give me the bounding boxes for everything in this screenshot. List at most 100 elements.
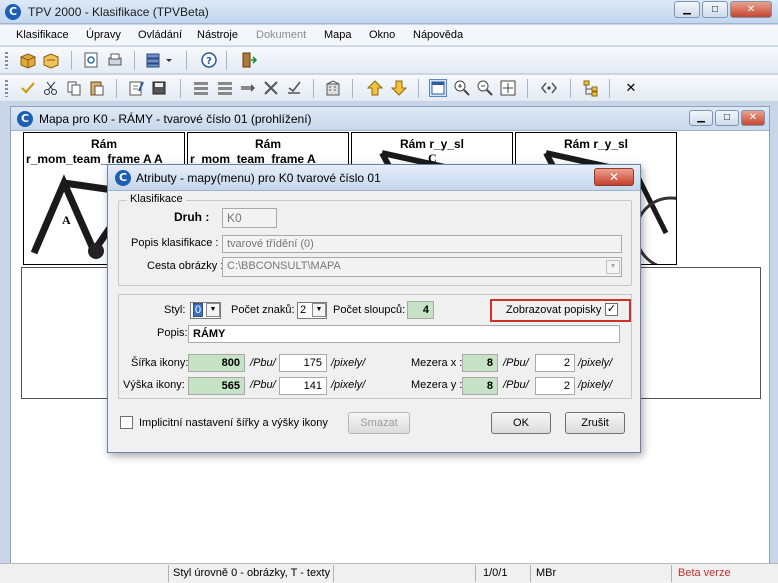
group-label: Klasifikace [127,193,186,205]
mezera-y-pbu-field[interactable]: 8 [462,377,498,395]
popis-klasifikace-label: Popis klasifikace : [131,237,219,249]
pocet-sloupcu-label: Počet sloupců: [333,304,406,316]
menu-upravy[interactable]: Úpravy [86,29,121,41]
smazat-button: Smazat [348,412,410,434]
attributes-dialog: C Atributy - mapy(menu) pro K0 tvarové č… [107,164,641,453]
edit-icon[interactable] [127,79,145,97]
toolbar-secondary: ✕ [0,75,778,102]
map-close-button[interactable]: ✕ [741,110,765,126]
status-version: Beta verze [678,567,731,579]
popis-klasifikace-field: tvarové třídění (0) [222,235,622,253]
zoom-fit-icon[interactable] [499,79,517,97]
dialog-title: Atributy - mapy(menu) pro K0 tvarové čís… [136,171,381,185]
cesta-obrazky-field: C:\BBCONSULT\MAPA [222,257,622,277]
close-icon[interactable]: ✕ [622,79,640,97]
map-minimize-button[interactable]: ▁ [689,110,713,126]
sirka-px-field[interactable]: 175 [279,354,327,372]
menu-nastroje[interactable]: Nástroje [197,29,238,41]
status-unit: MBr [536,567,557,579]
popis-field[interactable]: RÁMY [188,325,620,343]
check-icon[interactable] [19,79,37,97]
vyska-pbu-field[interactable]: 565 [188,377,245,395]
vyska-px-unit: /pixely/ [331,379,366,391]
save-icon[interactable] [150,79,168,97]
help-icon[interactable]: ? [200,51,218,69]
menu-klasifikace[interactable]: Klasifikace [16,29,69,41]
zobrazovat-checkbox[interactable]: ✓ [605,303,618,316]
brackets-icon[interactable] [540,79,558,97]
tree-b-icon[interactable] [216,79,234,97]
menu-ovladani[interactable]: Ovládání [138,29,182,41]
status-bar: Styl úrovně 0 - obrázky, T - texty 1/0/1… [0,563,778,583]
popis-label: Popis: [157,327,188,339]
druh-field: K0 [222,208,277,228]
box-icon[interactable] [19,51,37,69]
preview-icon[interactable] [82,51,100,69]
map-grid-cell[interactable] [21,267,110,399]
exit-door-icon[interactable] [240,51,258,69]
map-window-titlebar: C Mapa pro K0 - RÁMY - tvarové číslo 01 … [11,107,769,131]
cut-icon[interactable] [42,79,60,97]
mezera-y-px-field[interactable]: 2 [535,377,575,395]
hierarchy-icon[interactable] [582,79,600,97]
zoom-in-icon[interactable] [453,79,471,97]
mezera-x-pbu-field[interactable]: 8 [462,354,498,372]
vyska-px-field[interactable]: 141 [279,377,327,395]
pocet-znaku-dropdown-icon[interactable]: ▼ [312,303,326,317]
status-counter: 1/0/1 [483,567,508,579]
toolbar-grip-icon[interactable] [5,80,8,97]
mezera-x-pbu-unit: /Pbu/ [503,357,529,369]
building-icon[interactable] [324,79,342,97]
print-icon[interactable] [106,51,124,69]
implicitni-label: Implicitní nastavení šířky a výšky ikony [139,417,328,429]
svg-text:?: ? [206,56,212,67]
vyska-pbu-unit: /Pbu/ [250,379,276,391]
styl-dropdown-icon[interactable]: ▼ [206,303,220,317]
ok-button[interactable]: OK [491,412,551,434]
window-icon[interactable] [429,79,447,97]
app-title: TPV 2000 - Klasifikace (TPVBeta) [28,5,209,19]
thumbnail-label: Rám r_y_sl [563,137,629,151]
arrow-down-icon[interactable] [390,79,408,97]
sirka-px-unit: /pixely/ [331,357,366,369]
druh-label: Druh : [174,210,210,224]
menu-okno[interactable]: Okno [369,29,395,41]
paste-icon[interactable] [88,79,106,97]
styl-label: Styl: [164,304,186,316]
sirka-pbu-field[interactable]: 800 [188,354,245,372]
cross-icon[interactable] [262,79,280,97]
menu-mapa[interactable]: Mapa [324,29,352,41]
zrusit-button[interactable]: Zrušit [565,412,625,434]
map-settings-panel: Styl: 0 ▼ Počet znaků: 2 ▼ Počet sloupců… [118,294,632,399]
thumbnail-label: Rám [90,137,117,151]
mezera-x-px-unit: /pixely/ [578,357,613,369]
toolbar-primary: ? [0,47,778,74]
menu-napoveda[interactable]: Nápověda [413,29,463,41]
cesta-dropdown-icon: ▼ [606,260,620,274]
implicitni-checkbox[interactable] [120,416,133,429]
maximize-button[interactable]: □ [702,1,728,18]
copy-icon[interactable] [65,79,83,97]
minimize-button[interactable]: ▁ [674,1,700,18]
pocet-sloupcu-field[interactable]: 4 [407,301,434,319]
mezera-y-px-unit: /pixely/ [578,379,613,391]
check-line-icon[interactable] [285,79,303,97]
mezera-x-px-field[interactable]: 2 [535,354,575,372]
box-open-icon[interactable] [42,51,60,69]
vyska-ikony-label: Výška ikony: [123,379,185,391]
toolbar-grip-icon[interactable] [5,52,8,69]
map-maximize-button[interactable]: □ [715,110,739,126]
zoom-out-icon[interactable] [476,79,494,97]
tree-c-icon[interactable] [239,79,257,97]
status-text: Styl úrovně 0 - obrázky, T - texty [173,567,331,579]
pocet-znaku-label: Počet znaků: [231,304,295,316]
map-window-logo-icon: C [17,111,33,127]
mezera-y-pbu-unit: /Pbu/ [503,379,529,391]
close-button[interactable]: ✕ [730,1,772,18]
menu-dokument: Dokument [256,29,307,41]
klasifikace-group: Klasifikace Druh : K0 Popis klasifikace … [118,193,632,286]
tree-a-icon[interactable] [192,79,210,97]
arrow-up-icon[interactable] [366,79,384,97]
layers-icon[interactable] [145,51,177,69]
dialog-close-button[interactable]: ✕ [594,168,634,186]
